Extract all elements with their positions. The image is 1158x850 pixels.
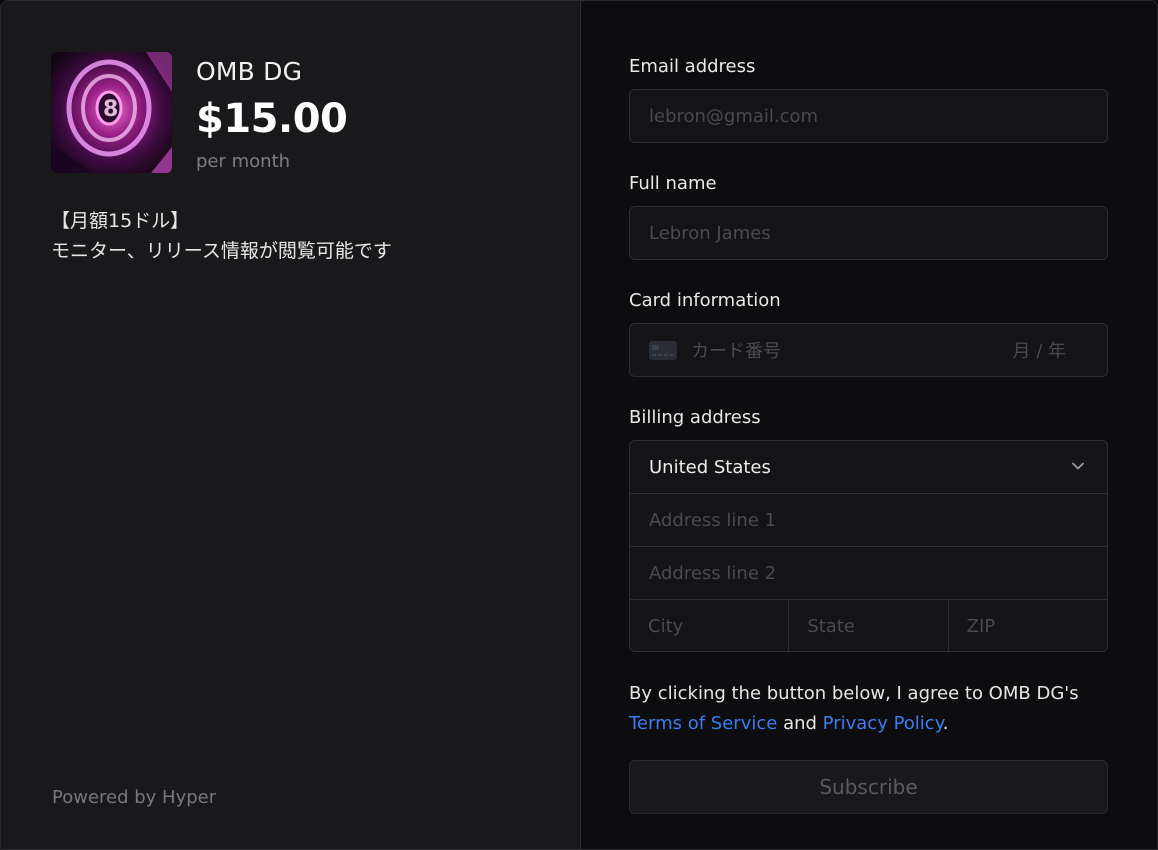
zip-field[interactable]: ZIP	[949, 600, 1107, 651]
full-name-label: Full name	[629, 173, 717, 194]
terms-and: and	[783, 713, 817, 734]
card-information-field[interactable]: カード番号 月 / 年	[629, 323, 1108, 377]
privacy-policy-link[interactable]: Privacy Policy	[823, 713, 943, 734]
address-line-2-field[interactable]: Address line 2	[630, 547, 1107, 600]
description-line: 【月額15ドル】	[51, 210, 190, 232]
payment-form-panel: Email address lebron@gmail.com Full name…	[581, 1, 1157, 849]
email-field[interactable]: lebron@gmail.com	[629, 89, 1108, 143]
description-line: モニター、リリース情報が閲覧可能です	[51, 240, 392, 262]
card-expiry-placeholder: 月 / 年	[1012, 341, 1066, 362]
email-label: Email address	[629, 56, 756, 77]
product-price: $15.00	[196, 96, 348, 142]
product-artwork: 8	[51, 52, 172, 173]
product-description: 【月額15ドル】 モニター、リリース情報が閲覧可能です	[51, 206, 551, 266]
address-line-2-placeholder: Address line 2	[649, 562, 777, 584]
product-image: 8	[51, 52, 172, 173]
email-placeholder: lebron@gmail.com	[649, 105, 819, 127]
card-number-placeholder: カード番号	[691, 341, 781, 362]
address-line-1-field[interactable]: Address line 1	[630, 494, 1107, 547]
state-field[interactable]: State	[789, 600, 949, 651]
chevron-down-icon	[1072, 462, 1084, 470]
city-state-zip-row: City State ZIP	[630, 600, 1107, 651]
product-summary-panel: 8 OMB DG $15.00 per month 【月額15ドル】 モニター、…	[1, 1, 581, 849]
terms-agreement: By clicking the button below, I agree to…	[629, 679, 1119, 739]
credit-card-icon	[649, 340, 677, 360]
billing-address-label: Billing address	[629, 407, 761, 428]
terms-prefix: By clicking the button below, I agree to…	[629, 683, 1079, 704]
zip-placeholder: ZIP	[966, 616, 996, 637]
billing-address-group: United States Address line 1 Address lin…	[629, 440, 1108, 652]
subscribe-button[interactable]: Subscribe	[629, 760, 1108, 814]
address-line-1-placeholder: Address line 1	[649, 509, 777, 531]
terms-suffix: .	[942, 713, 949, 734]
billing-period: per month	[196, 151, 291, 172]
powered-by-label: Powered by Hyper	[52, 787, 217, 808]
state-placeholder: State	[807, 616, 855, 637]
city-field[interactable]: City	[630, 600, 790, 651]
full-name-field[interactable]: Lebron James	[629, 206, 1108, 260]
terms-of-service-link[interactable]: Terms of Service	[629, 713, 777, 734]
city-placeholder: City	[648, 616, 684, 637]
svg-text:8: 8	[103, 97, 118, 122]
country-select[interactable]: United States	[630, 441, 1107, 494]
full-name-placeholder: Lebron James	[649, 222, 771, 244]
country-value: United States	[649, 456, 771, 478]
card-information-label: Card information	[629, 290, 781, 311]
checkout-window: 8 OMB DG $15.00 per month 【月額15ドル】 モニター、…	[0, 0, 1158, 850]
product-name: OMB DG	[196, 57, 303, 86]
